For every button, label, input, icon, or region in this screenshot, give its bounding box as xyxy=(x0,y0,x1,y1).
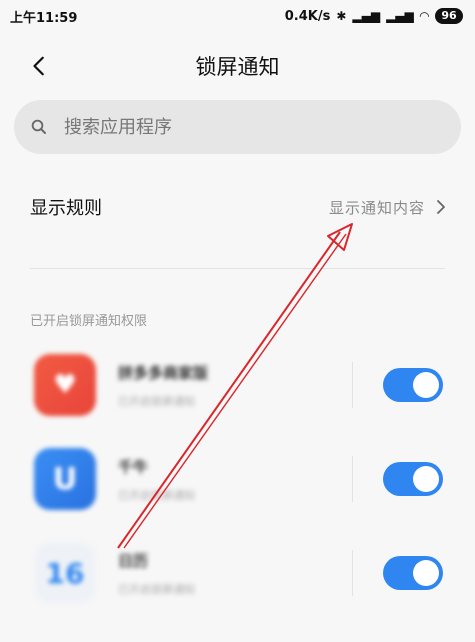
app-icon-blue: U xyxy=(34,448,96,510)
battery-icon: 96 xyxy=(435,8,463,24)
app-text: 日历 已开启锁屏通知 xyxy=(118,550,195,597)
status-indicators: 0.4K/s ✱ ▂▄▆ ▂▄▆ ◠ 96 xyxy=(285,8,463,24)
display-rule-value: 显示通知内容 xyxy=(328,198,425,217)
vertical-divider xyxy=(352,362,353,408)
divider xyxy=(30,268,445,269)
header: 锁屏通知 xyxy=(0,36,475,96)
display-rule-title: 显示规则 xyxy=(30,198,102,219)
app-row-2: 16 日历 已开启锁屏通知 xyxy=(0,526,475,620)
status-time: 上午11:59 xyxy=(10,10,78,26)
app-toggle-2[interactable] xyxy=(383,556,443,590)
vertical-divider xyxy=(352,456,353,502)
app-icon-red: ♥ xyxy=(34,354,96,416)
page-title: 锁屏通知 xyxy=(195,55,280,79)
section-label: 已开启锁屏通知权限 xyxy=(30,314,148,329)
app-row-0: ♥ 拼多多商家版 已开启锁屏通知 xyxy=(0,338,475,432)
toggle-knob xyxy=(413,372,439,398)
app-name: 日历 xyxy=(118,552,149,570)
display-rule-row[interactable]: 显示规则 显示通知内容 xyxy=(0,172,475,242)
app-subtitle: 已开启锁屏通知 xyxy=(118,489,195,502)
display-rule-value-group: 显示通知内容 xyxy=(329,197,447,218)
search-input[interactable] xyxy=(64,116,424,138)
vertical-divider xyxy=(352,550,353,596)
status-bar: 上午11:59 0.4K/s ✱ ▂▄▆ ▂▄▆ ◠ 96 xyxy=(0,0,475,32)
app-name: 千牛 xyxy=(118,458,149,476)
app-text: 千牛 已开启锁屏通知 xyxy=(118,456,195,503)
signal-icon: ▂▄▆ xyxy=(352,9,381,23)
app-name: 拼多多商家版 xyxy=(118,364,209,382)
app-toggle-0[interactable] xyxy=(383,368,443,402)
app-subtitle: 已开启锁屏通知 xyxy=(118,583,195,596)
signal-icon-2: ▂▄▆ xyxy=(386,9,414,23)
wifi-icon: ◠ xyxy=(419,9,429,23)
chevron-right-icon xyxy=(437,200,445,214)
bluetooth-icon: ✱ xyxy=(336,9,347,23)
chevron-left-icon xyxy=(33,56,44,76)
app-subtitle: 已开启锁屏通知 xyxy=(118,395,195,408)
search-bar[interactable] xyxy=(14,100,461,154)
toggle-knob xyxy=(413,466,439,492)
back-button[interactable] xyxy=(20,46,60,86)
app-toggle-1[interactable] xyxy=(383,462,443,496)
calendar-icon: 16 xyxy=(34,542,96,604)
toggle-knob xyxy=(413,560,439,586)
network-speed: 0.4K/s xyxy=(284,8,331,24)
app-row-1: U 千牛 已开启锁屏通知 xyxy=(0,432,475,526)
app-text: 拼多多商家版 已开启锁屏通知 xyxy=(118,362,208,409)
search-icon xyxy=(31,119,46,134)
